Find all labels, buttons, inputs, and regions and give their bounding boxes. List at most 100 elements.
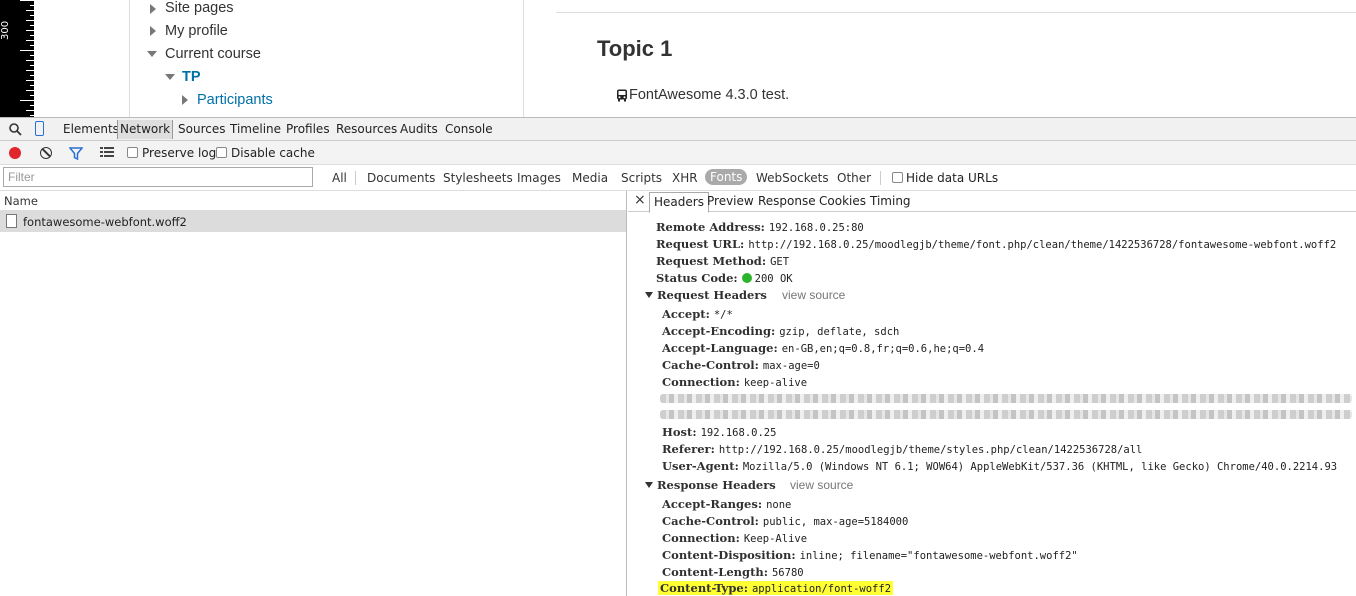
ruler-tick [26, 70, 34, 71]
header-user-agent: User-Agent: Mozilla/5.0 (Windows NT 6.1; … [662, 459, 1338, 473]
tab-preview[interactable]: Preview [707, 194, 754, 208]
ruler-tick [30, 35, 34, 36]
filter-input[interactable] [3, 167, 313, 187]
column-name-header[interactable]: Name [4, 194, 38, 208]
response-headers-section[interactable]: Response Headers [645, 478, 776, 492]
filter-scripts[interactable]: Scripts [621, 171, 662, 185]
disable-cache-label: Disable cache [231, 146, 315, 160]
ruler-tick [26, 10, 34, 11]
tab-resources[interactable]: Resources [336, 122, 397, 136]
request-list: Name fontawesome-webfont.woff2 [0, 191, 627, 596]
collapse-arrow-icon [645, 482, 653, 488]
ruler-tick [30, 25, 34, 26]
tab-elements[interactable]: Elements [63, 122, 119, 136]
header-referer: Referer: http://192.168.0.25/moodlegjb/th… [662, 442, 1143, 456]
hide-data-urls-checkbox[interactable] [892, 172, 903, 183]
ruler-tick [30, 45, 34, 46]
disable-cache-checkbox[interactable] [216, 147, 227, 158]
filter-xhr[interactable]: XHR [672, 171, 698, 185]
collapse-arrow-icon[interactable] [147, 51, 157, 57]
clear-icon[interactable] [40, 147, 52, 159]
device-mode-icon[interactable] [35, 121, 44, 136]
header-request-url: Request URL: http://192.168.0.25/moodlegj… [656, 237, 1337, 251]
expand-arrow-icon[interactable] [150, 26, 156, 36]
nav-my-profile[interactable]: My profile [165, 23, 228, 39]
tab-network[interactable]: Network [117, 120, 174, 139]
header-accept-ranges: Accept-Ranges: none [662, 497, 792, 511]
preserve-log-checkbox[interactable] [127, 147, 138, 158]
tab-response[interactable]: Response [758, 194, 816, 208]
table-row[interactable]: fontawesome-webfont.woff2 [0, 211, 626, 232]
header-accept-language: Accept-Language: en-GB,en;q=0.8,fr;q=0.6,… [662, 341, 985, 355]
status-ok-icon [741, 273, 752, 283]
header-connection-response: Connection: Keep-Alive [662, 531, 808, 545]
list-view-icon[interactable] [100, 147, 114, 157]
tab-timeline[interactable]: Timeline [230, 122, 281, 136]
tab-sources[interactable]: Sources [178, 122, 225, 136]
filter-icon[interactable] [69, 147, 83, 160]
redacted-text [660, 394, 1352, 403]
header-accept: Accept: */* [662, 307, 733, 321]
hide-data-urls-label: Hide data URLs [906, 171, 999, 185]
nav-participants[interactable]: Participants [197, 92, 273, 108]
collapse-arrow-icon[interactable] [165, 74, 175, 80]
filter-other[interactable]: Other [837, 171, 871, 185]
preserve-log-label: Preserve log [142, 146, 217, 160]
header-remote-address: Remote Address: 192.168.0.25:80 [656, 220, 864, 234]
record-icon[interactable] [9, 147, 21, 159]
nav-course-tp[interactable]: TP [182, 69, 201, 85]
header-cache-control: Cache-Control: max-age=0 [662, 358, 820, 372]
header-connection: Connection: keep-alive [662, 375, 808, 389]
devtools-tab-bar: Elements Network Sources Timeline Profil… [0, 118, 1356, 141]
ruler-tick [26, 40, 34, 41]
close-icon[interactable]: × [634, 192, 646, 208]
redacted-text [660, 410, 1352, 419]
expand-arrow-icon[interactable] [150, 4, 156, 14]
search-icon[interactable] [9, 123, 22, 136]
filter-websockets[interactable]: WebSockets [756, 171, 829, 185]
tab-profiles[interactable]: Profiles [286, 122, 330, 136]
bus-icon [617, 89, 627, 101]
ruler-tick [20, 0, 34, 1]
fontawesome-test-line: FontAwesome 4.3.0 test. [616, 87, 789, 103]
tab-cookies[interactable]: Cookies [819, 194, 866, 208]
ruler-tick [30, 15, 34, 16]
nav-site-pages[interactable]: Site pages [165, 0, 234, 16]
filter-all[interactable]: All [332, 171, 347, 185]
ruler-tick [30, 5, 34, 6]
filter-documents[interactable]: Documents [367, 171, 435, 185]
nav-current-course[interactable]: Current course [165, 46, 261, 62]
ruler-tick [30, 95, 34, 96]
request-name: fontawesome-webfont.woff2 [23, 215, 187, 229]
file-icon [6, 214, 17, 228]
tab-timing[interactable]: Timing [870, 194, 911, 208]
header-content-type: Content-Type: application/font-woff2 [658, 581, 894, 595]
filter-fonts[interactable]: Fonts [705, 169, 748, 185]
filter-images[interactable]: Images [517, 171, 561, 185]
ruler-tick [30, 115, 34, 116]
ruler-tick [26, 60, 34, 61]
header-content-disposition: Content-Disposition: inline; filename="fo… [662, 548, 1078, 562]
header-status-code: Status Code: 200 OK [656, 271, 793, 285]
filter-row: All Documents Stylesheets Images Media S… [0, 165, 1356, 191]
ruler-tick [26, 110, 34, 111]
filter-separator [880, 171, 881, 185]
expand-arrow-icon[interactable] [182, 95, 188, 105]
tab-console[interactable]: Console [445, 122, 493, 136]
header-host: Host: 192.168.0.25 [662, 425, 777, 439]
header-request-method: Request Method: GET [656, 254, 790, 268]
filter-stylesheets[interactable]: Stylesheets [443, 171, 513, 185]
response-view-source-link[interactable]: view source [790, 478, 853, 492]
tab-headers[interactable]: Headers [649, 192, 709, 213]
collapse-arrow-icon [645, 292, 653, 298]
list-header: Name [0, 191, 626, 211]
ruler-tick [26, 20, 34, 21]
ruler-tick [26, 90, 34, 91]
request-headers-section[interactable]: Request Headers [645, 288, 767, 302]
details-tab-bar: × Headers Preview Response Cookies Timin… [628, 191, 1356, 213]
filter-media[interactable]: Media [572, 171, 608, 185]
request-view-source-link[interactable]: view source [782, 288, 845, 302]
tab-audits[interactable]: Audits [400, 122, 438, 136]
ruler-tick [30, 65, 34, 66]
devtools-panel: Elements Network Sources Timeline Profil… [0, 117, 1356, 596]
